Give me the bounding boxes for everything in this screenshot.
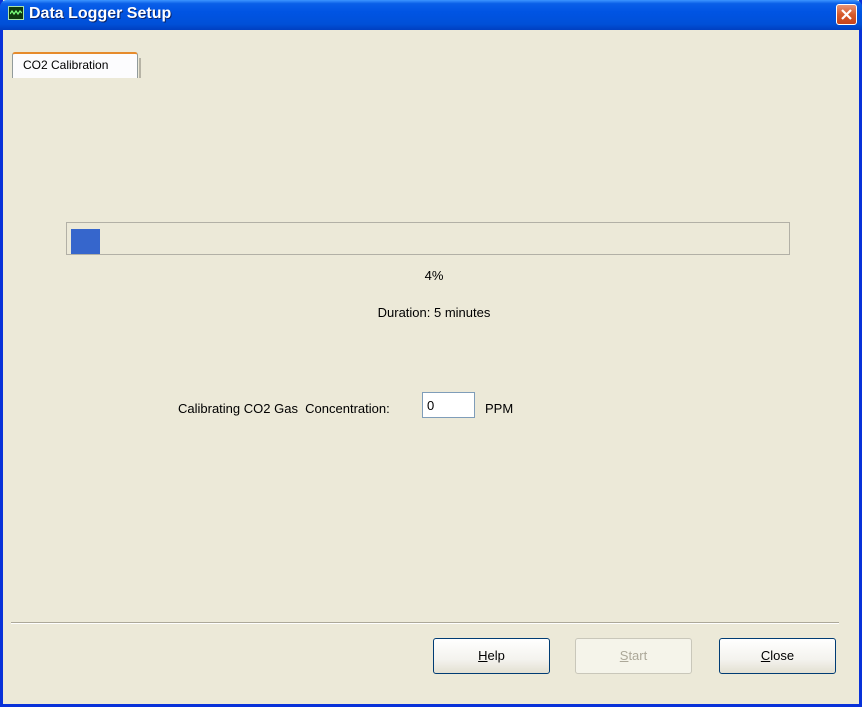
close-mnemonic: C: [760, 648, 771, 663]
calibration-concentration-label: Calibrating CO2 Gas Concentration:: [178, 401, 390, 416]
dialog-window: Data Logger Setup CO2 Calibration 4% Dur…: [0, 0, 862, 707]
help-label: elp: [487, 648, 505, 663]
unit-label: PPM: [485, 401, 514, 416]
progress-track: [69, 225, 787, 254]
calibration-progress-bar: [66, 222, 790, 255]
progress-fill: [71, 229, 100, 254]
window-title: Data Logger Setup: [29, 5, 172, 22]
concentration-input[interactable]: [422, 392, 475, 418]
help-mnemonic: H: [478, 648, 488, 663]
progress-percent-label: 4%: [424, 268, 444, 283]
tab-edge: [139, 58, 141, 78]
close-button[interactable]: Close: [719, 638, 836, 674]
data-logger-app-icon: [8, 6, 24, 20]
close-window-button[interactable]: [836, 4, 857, 25]
close-icon: [841, 9, 852, 20]
start-label: tart: [628, 648, 648, 663]
title-bar[interactable]: Data Logger Setup: [0, 0, 862, 30]
duration-label: Duration: 5 minutes: [377, 305, 491, 320]
tab-co2-calibration[interactable]: CO2 Calibration: [12, 52, 141, 78]
help-button[interactable]: Help: [433, 638, 550, 674]
separator-line: [11, 622, 839, 624]
close-label: lose: [770, 648, 795, 663]
start-button[interactable]: Start: [575, 638, 692, 674]
tab-label: CO2 Calibration: [23, 58, 109, 72]
